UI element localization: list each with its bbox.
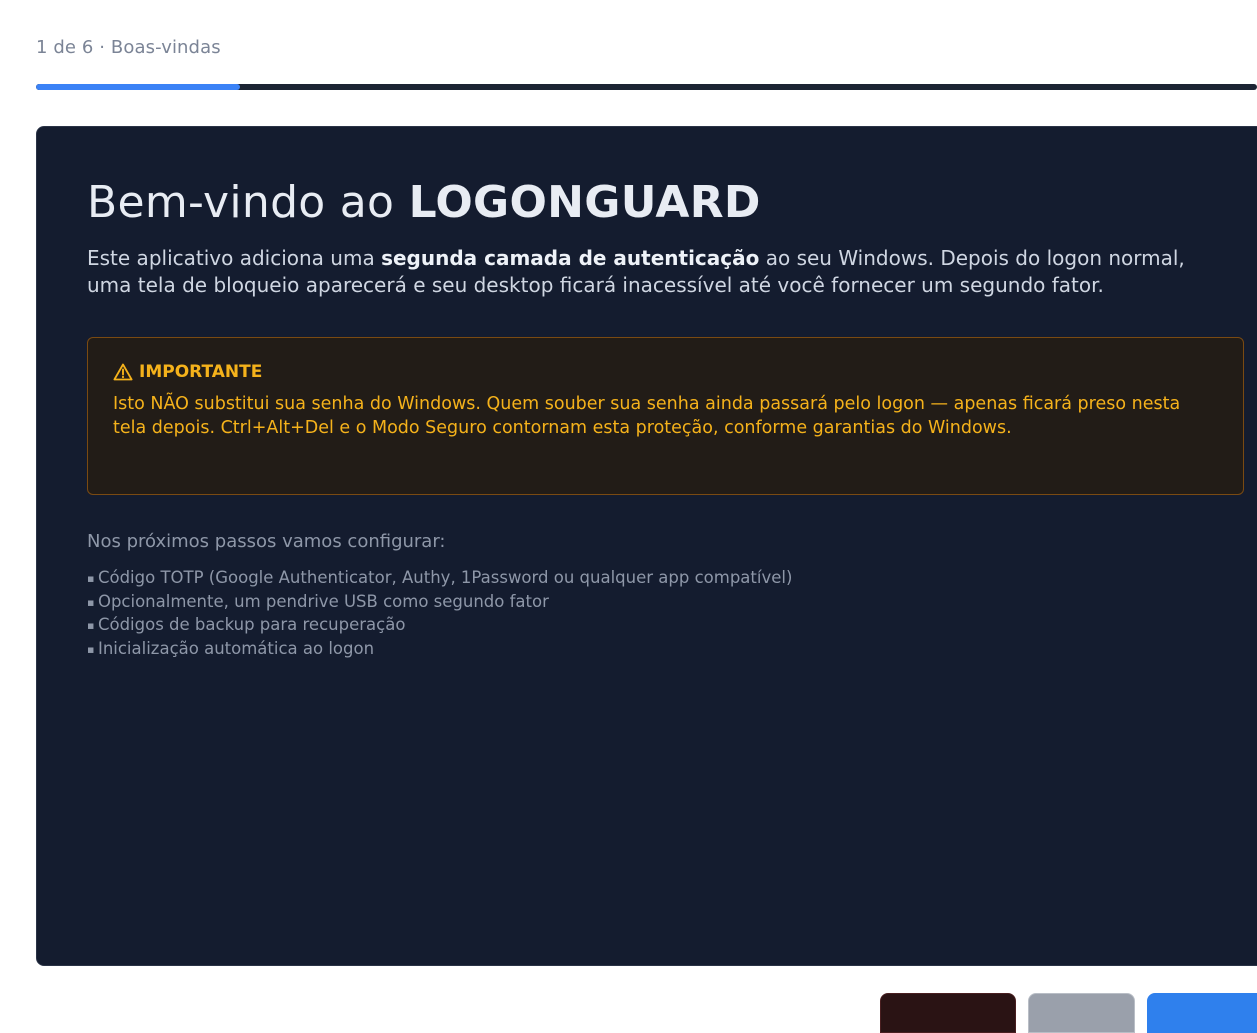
step-indicator: 1 de 6 · Boas-vindas: [36, 37, 221, 58]
intro-text-start: Este aplicativo adiciona uma: [87, 246, 382, 270]
important-warning-box: IMPORTANTE Isto NÃO substitui sua senha …: [87, 337, 1244, 495]
list-item: Opcionalmente, um pendrive USB como segu…: [87, 591, 792, 615]
back-button[interactable]: [1028, 993, 1135, 1033]
intro-highlight: segunda camada de autenticação: [381, 246, 760, 270]
warning-title: IMPORTANTE: [139, 362, 263, 382]
list-item: Código TOTP (Google Authenticator, Authy…: [87, 567, 792, 591]
list-item: Inicialização automática ao logon: [87, 638, 792, 662]
warning-text: Isto NÃO substitui sua senha do Windows.…: [113, 394, 1181, 438]
next-steps-list: Código TOTP (Google Authenticator, Authy…: [87, 567, 792, 662]
title-prefix: Bem-vindo ao: [87, 177, 409, 228]
wizard-progress-fill: [36, 84, 240, 90]
page-title: Bem-vindo ao LOGONGUARD: [87, 177, 761, 228]
warning-triangle-icon: [113, 363, 133, 381]
brand-name: LOGONGUARD: [408, 177, 761, 228]
welcome-card: Bem-vindo ao LOGONGUARD Este aplicativo …: [36, 126, 1257, 966]
intro-paragraph: Este aplicativo adiciona uma segunda cam…: [87, 245, 1227, 299]
list-item: Códigos de backup para recuperação: [87, 614, 792, 638]
next-button[interactable]: [1147, 993, 1257, 1033]
next-steps-intro: Nos próximos passos vamos configurar:: [87, 531, 446, 552]
warning-heading: IMPORTANTE: [113, 362, 1218, 382]
cancel-button[interactable]: [880, 993, 1016, 1033]
wizard-progress-bar: [36, 84, 1257, 90]
